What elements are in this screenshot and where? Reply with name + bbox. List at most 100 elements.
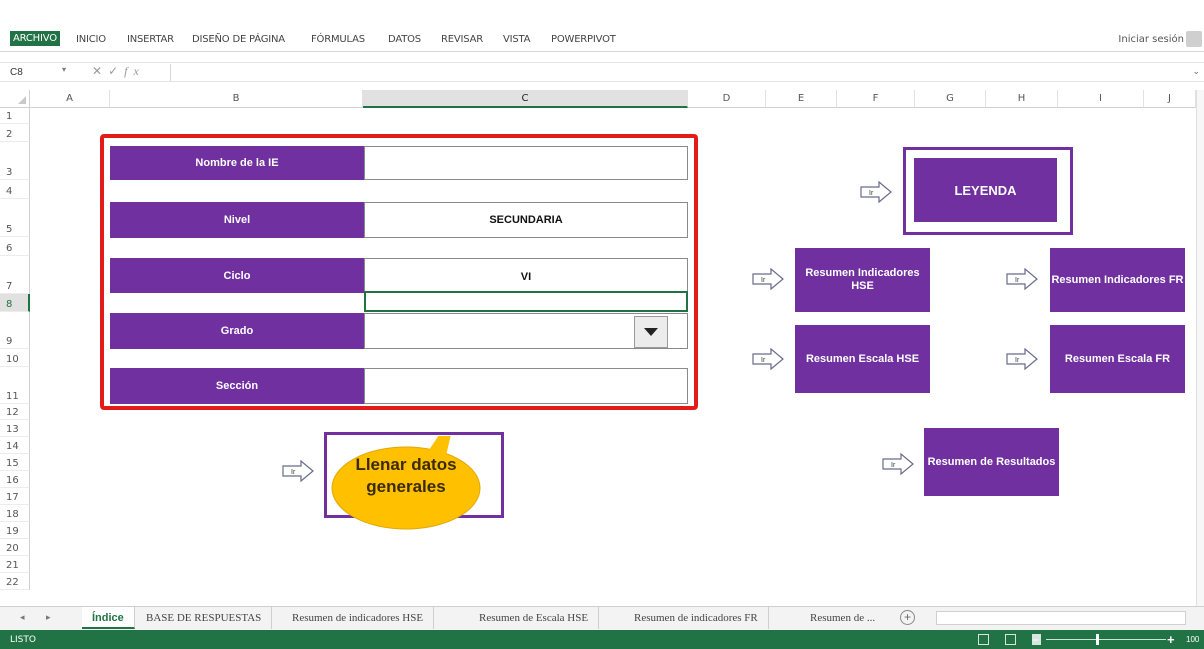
- ribbon-tab-insertar[interactable]: INSERTAR: [127, 34, 174, 45]
- column-header-f[interactable]: F: [837, 90, 915, 108]
- formula-bar: C8 ▾ ✕✓fx ⌄: [0, 62, 1204, 82]
- input-ciclo[interactable]: VI: [364, 258, 688, 292]
- user-icon[interactable]: [1186, 31, 1202, 47]
- column-header-b[interactable]: B: [110, 90, 363, 108]
- ir-arrow-indicadores-hse[interactable]: Ir: [752, 268, 784, 290]
- input-nombre-ie[interactable]: [364, 146, 688, 180]
- label-nivel: Nivel: [110, 202, 364, 238]
- row-header-10[interactable]: 10: [0, 349, 30, 367]
- zoom-slider[interactable]: [1046, 639, 1166, 640]
- name-box-dropdown-icon[interactable]: ▾: [62, 65, 66, 74]
- select-all-corner[interactable]: [0, 90, 30, 108]
- formula-input[interactable]: [170, 64, 1190, 81]
- add-sheet-icon[interactable]: +: [900, 610, 915, 625]
- input-nivel[interactable]: SECUNDARIA: [364, 202, 688, 238]
- enter-icon[interactable]: ✓: [108, 64, 124, 78]
- name-box[interactable]: C8: [6, 65, 56, 81]
- resumen-escala-fr-button[interactable]: Resumen Escala FR: [1050, 325, 1185, 393]
- resumen-indicadores-hse-button[interactable]: Resumen Indicadores HSE: [795, 248, 930, 312]
- ribbon-tab-datos[interactable]: DATOS: [388, 34, 421, 45]
- column-header-j[interactable]: J: [1144, 90, 1196, 108]
- prev-sheet-icon[interactable]: ◂: [20, 612, 25, 623]
- ribbon-tab-vista[interactable]: VISTA: [503, 34, 531, 45]
- label-nombre-ie: Nombre de la IE: [110, 146, 364, 180]
- row-header-8[interactable]: 8: [0, 294, 30, 312]
- row-header-6[interactable]: 6: [0, 237, 30, 256]
- column-header-g[interactable]: G: [915, 90, 986, 108]
- row-header-21[interactable]: 21: [0, 556, 30, 573]
- sheet-tab-resumen-more[interactable]: Resumen de ...: [800, 607, 885, 629]
- callout-line-2: generales: [366, 477, 446, 496]
- cancel-icon[interactable]: ✕: [92, 64, 108, 78]
- row-header-16[interactable]: 16: [0, 471, 30, 488]
- row-header-12[interactable]: 12: [0, 404, 30, 420]
- column-header-a[interactable]: A: [30, 90, 110, 108]
- row-header-19[interactable]: 19: [0, 522, 30, 539]
- callout-bubble: Llenar datos generales: [331, 436, 481, 530]
- input-seccion[interactable]: [364, 368, 688, 404]
- row-header-5[interactable]: 5: [0, 199, 30, 237]
- row-header-17[interactable]: 17: [0, 488, 30, 505]
- row-header-3[interactable]: 3: [0, 142, 30, 180]
- sheet-tab-indice[interactable]: Índice: [82, 607, 135, 629]
- column-header-c[interactable]: C: [363, 90, 688, 108]
- dropdown-arrow-icon: [644, 328, 658, 336]
- row-header-13[interactable]: 13: [0, 420, 30, 437]
- sheet-tab-base-respuestas[interactable]: BASE DE RESPUESTAS: [136, 607, 273, 629]
- sheet-tab-resumen-indicadores-fr[interactable]: Resumen de indicadores FR: [624, 607, 769, 629]
- page-layout-icon[interactable]: [1005, 634, 1016, 645]
- row-header-20[interactable]: 20: [0, 539, 30, 556]
- ribbon-tabs: ARCHIVO INICIO INSERTAR DISEÑO DE PÁGINA…: [0, 28, 1204, 52]
- ribbon-tab-diseno[interactable]: DISEÑO DE PÁGINA: [192, 34, 285, 45]
- row-header-11[interactable]: 11: [0, 367, 30, 404]
- zoom-in-icon[interactable]: +: [1167, 632, 1175, 647]
- column-header-h[interactable]: H: [986, 90, 1058, 108]
- vertical-scrollbar[interactable]: [1196, 90, 1204, 606]
- ribbon-tab-powerpivot[interactable]: POWERPIVOT: [551, 34, 616, 45]
- ribbon-tab-inicio[interactable]: INICIO: [76, 34, 106, 45]
- ir-arrow-escala-hse[interactable]: Ir: [752, 348, 784, 370]
- row-header-7[interactable]: 7: [0, 256, 30, 294]
- leyenda-button[interactable]: LEYENDA: [914, 158, 1057, 222]
- fx-icon[interactable]: fx: [124, 64, 145, 78]
- resumen-resultados-button[interactable]: Resumen de Resultados: [924, 428, 1059, 496]
- resumen-indicadores-fr-button[interactable]: Resumen Indicadores FR: [1050, 248, 1185, 312]
- row-header-22[interactable]: 22: [0, 573, 30, 590]
- ir-arrow-resultados[interactable]: Ir: [882, 453, 914, 475]
- zoom-slider-thumb[interactable]: [1096, 634, 1099, 645]
- ir-arrow-escala-fr[interactable]: Ir: [1006, 348, 1038, 370]
- ribbon-tab-revisar[interactable]: REVISAR: [441, 34, 483, 45]
- normal-view-icon[interactable]: [978, 634, 989, 645]
- next-sheet-icon[interactable]: ▸: [46, 612, 51, 623]
- column-header-d[interactable]: D: [688, 90, 766, 108]
- horizontal-scrollbar[interactable]: [936, 611, 1186, 625]
- column-header-i[interactable]: I: [1058, 90, 1144, 108]
- callout-text: Llenar datos generales: [331, 454, 481, 498]
- ribbon-tab-archivo[interactable]: ARCHIVO: [10, 31, 60, 46]
- expand-formula-icon[interactable]: ⌄: [1192, 66, 1200, 77]
- row-header-14[interactable]: 14: [0, 437, 30, 454]
- signin-link[interactable]: Iniciar sesión: [1118, 34, 1184, 45]
- zoom-out-icon[interactable]: −: [1032, 633, 1039, 647]
- column-header-e[interactable]: E: [766, 90, 837, 108]
- row-header-2[interactable]: 2: [0, 124, 30, 142]
- row-header-4[interactable]: 4: [0, 180, 30, 199]
- row-header-1[interactable]: 1: [0, 108, 30, 124]
- row-header-9[interactable]: 9: [0, 312, 30, 349]
- label-seccion: Sección: [110, 368, 364, 404]
- row-header-15[interactable]: 15: [0, 454, 30, 471]
- resumen-escala-hse-button[interactable]: Resumen Escala HSE: [795, 325, 930, 393]
- grado-dropdown-button[interactable]: [634, 316, 668, 348]
- ir-label: Ir: [869, 190, 874, 197]
- ir-arrow-leyenda[interactable]: Ir: [860, 181, 892, 203]
- zoom-percent[interactable]: 100: [1186, 635, 1199, 644]
- row-header-18[interactable]: 18: [0, 505, 30, 522]
- label-ciclo: Ciclo: [110, 258, 364, 293]
- sheet-tab-resumen-indicadores-hse[interactable]: Resumen de indicadores HSE: [282, 607, 435, 629]
- ir-arrow-indicadores-fr[interactable]: Ir: [1006, 268, 1038, 290]
- status-bar: LISTO − + 100: [0, 630, 1204, 649]
- ir-arrow-callout[interactable]: Ir: [282, 460, 314, 482]
- ribbon-tab-formulas[interactable]: FÓRMULAS: [311, 34, 365, 45]
- active-cell-c8[interactable]: [364, 291, 688, 312]
- sheet-tab-resumen-escala-hse[interactable]: Resumen de Escala HSE: [469, 607, 600, 629]
